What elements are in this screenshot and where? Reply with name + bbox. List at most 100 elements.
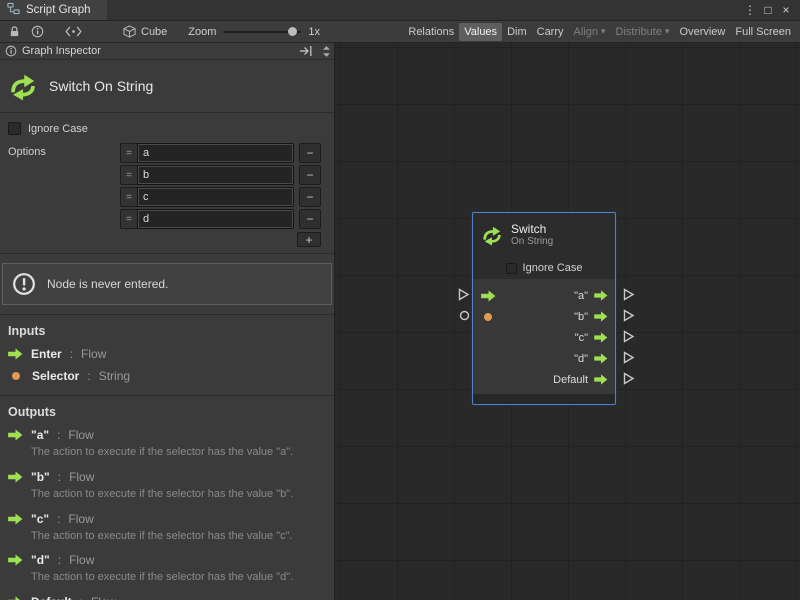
node-row-default: Default [473,369,615,390]
input-item-selector: Selector:String [0,365,334,387]
node-title-block: Switch On String [0,60,334,112]
option-input-a[interactable] [137,143,294,163]
remove-option-button[interactable]: − [299,209,321,229]
ignore-case-checkbox[interactable] [506,263,517,274]
flow-arrow-icon[interactable] [594,311,608,322]
flow-arrow-icon[interactable] [594,290,608,301]
output-port-b[interactable] [622,309,635,322]
node-footer [473,394,615,404]
code-view-button[interactable] [63,23,83,41]
chevron-down-icon: ▾ [665,26,670,36]
lock-button[interactable] [4,23,24,41]
selector-input-port[interactable] [459,310,470,321]
selector-string-dot-icon[interactable] [484,313,492,321]
output-port-default[interactable] [622,372,635,385]
drag-handle-icon[interactable]: = [120,165,137,185]
inspector-header: Graph Inspector [0,43,334,60]
output-desc-a: The action to execute if the selector ha… [0,446,334,466]
option-input-b[interactable] [137,165,294,185]
node-ignore-case-row: Ignore Case [473,257,615,279]
panel-scroll-arrows-icon[interactable] [322,45,331,58]
dock-inspector-icon[interactable] [299,45,313,57]
tab-label: Script Graph [26,4,91,16]
toolbar-buttons: Relations Values Dim Carry Align▾ Distri… [403,23,796,41]
zoom-control: Zoom 1x [188,26,320,38]
option-input-c[interactable] [137,187,294,207]
output-desc-c: The action to execute if the selector ha… [0,530,334,550]
option-input-d[interactable] [137,209,294,229]
tab-script-graph[interactable]: Script Graph [0,0,107,20]
distribute-dropdown[interactable]: Distribute▾ [611,23,675,41]
output-desc-b: The action to execute if the selector ha… [0,488,334,508]
drag-handle-icon[interactable]: = [120,187,137,207]
warning-icon [12,272,36,296]
ignore-case-checkbox[interactable] [8,122,21,135]
output-item-b: "b":Flow [0,466,334,488]
fullscreen-button[interactable]: Full Screen [730,23,796,41]
script-graph-icon [7,2,20,18]
overview-button[interactable]: Overview [675,23,731,41]
output-desc-d: The action to execute if the selector ha… [0,571,334,591]
info-icon [5,45,17,57]
remove-option-button[interactable]: − [299,187,321,207]
output-item-d: "d":Flow [0,549,334,571]
flow-arrow-icon[interactable] [594,353,608,364]
carry-button[interactable]: Carry [532,23,569,41]
ignore-case-label: Ignore Case [523,262,583,274]
graph-canvas[interactable]: Switch On String Ignore Case "a" [335,43,800,600]
option-row: = − [120,143,321,163]
enter-flow-arrow-icon[interactable] [481,290,496,302]
relations-button[interactable]: Relations [403,23,459,41]
output-item-c: "c":Flow [0,508,334,530]
node-port-label: Default [553,374,588,386]
cube-icon [123,25,136,38]
node-row-d: "d" [473,348,615,369]
chevron-down-icon: ▾ [601,26,606,36]
window-maximize-icon[interactable]: □ [759,1,777,19]
switch-on-string-icon [481,224,503,246]
inspector-node-title: Switch On String [49,78,153,94]
output-port-c[interactable] [622,330,635,343]
unity-script-graph-window: Script Graph ⋮ □ × Cube Zoom 1x R [0,0,800,600]
node-port-rows: "a" "b" "c" "d" [473,279,615,394]
flow-arrow-icon[interactable] [594,374,608,385]
output-port-d[interactable] [622,351,635,364]
inputs-header: Inputs [0,315,334,343]
warning-box: Node is never entered. [2,263,332,305]
flow-arrow-icon[interactable] [594,332,608,343]
zoom-slider[interactable] [223,31,301,33]
options-list: Options = − = − = − [0,139,334,253]
titlebar: Script Graph ⋮ □ × [0,0,800,21]
zoom-slider-knob[interactable] [288,27,297,36]
node-row-b: "b" [473,306,615,327]
window-menu-icon[interactable]: ⋮ [741,1,759,19]
values-button[interactable]: Values [459,23,502,41]
target-selector[interactable]: Cube [119,25,171,38]
string-dot-icon [12,372,20,380]
option-row: = − [120,209,321,229]
outputs-header: Outputs [0,396,334,424]
zoom-value: 1x [308,26,320,38]
drag-handle-icon[interactable]: = [120,143,137,163]
remove-option-button[interactable]: − [299,143,321,163]
enter-input-port[interactable] [457,288,470,301]
node-port-label: "c" [575,332,588,344]
window-controls: ⋮ □ × [741,0,800,20]
switch-node-header[interactable]: Switch On String [473,213,615,257]
info-button[interactable] [27,23,47,41]
remove-option-button[interactable]: − [299,165,321,185]
align-dropdown[interactable]: Align▾ [569,23,611,41]
switch-node[interactable]: Switch On String Ignore Case "a" [472,212,616,405]
warning-strip: Node is never entered. [0,254,334,314]
drag-handle-icon[interactable]: = [120,209,137,229]
info-icon [31,25,44,38]
add-option-button[interactable]: + [297,232,321,247]
node-port-label: "d" [574,353,588,365]
node-title: Switch [511,222,553,236]
output-port-a[interactable] [622,288,635,301]
lock-icon [8,25,21,38]
output-item-default: Default:Flow [0,591,334,600]
window-close-icon[interactable]: × [777,1,795,19]
ignore-case-row: Ignore Case [0,113,334,139]
dim-button[interactable]: Dim [502,23,532,41]
